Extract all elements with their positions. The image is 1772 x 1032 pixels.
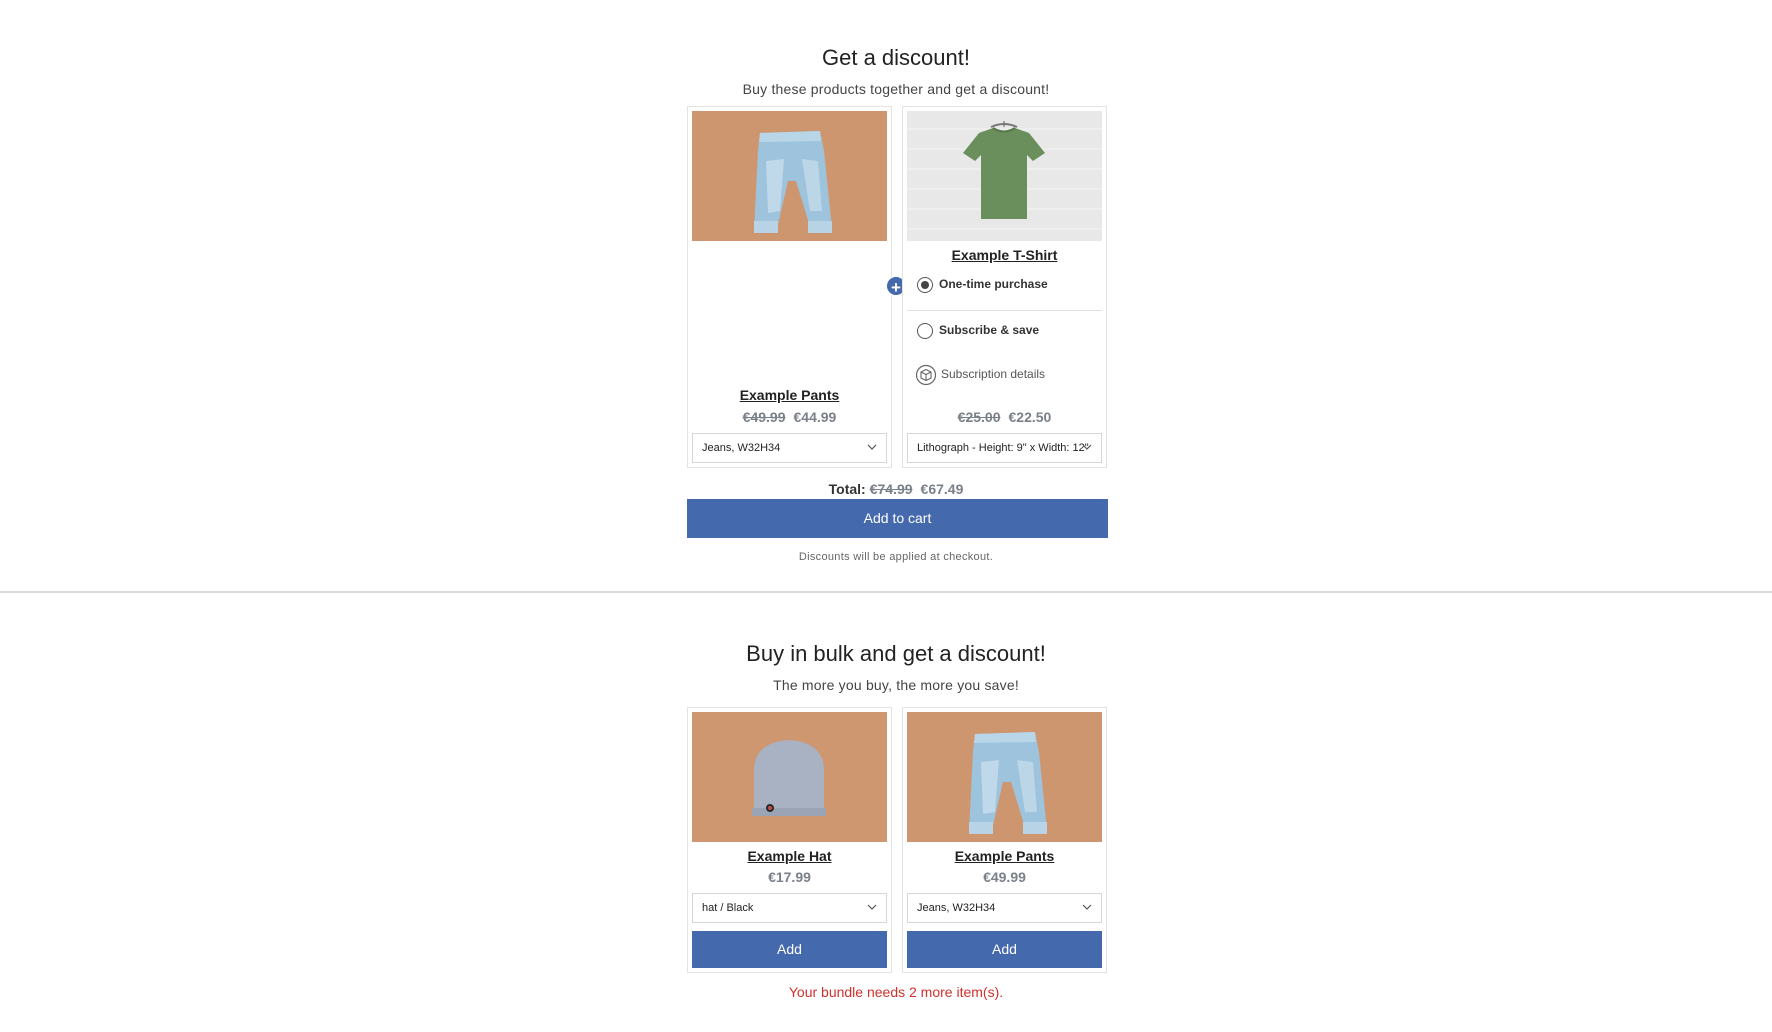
discount-section-subtitle: Buy these products together and get a di… <box>742 81 1050 97</box>
variant-selected-value: hat / Black <box>702 902 754 914</box>
one-time-purchase-label: One-time purchase <box>939 277 1048 291</box>
subscribe-save-label: Subscribe & save <box>939 323 1040 337</box>
variant-select[interactable]: Lithograph - Height: 9" x Width: 12" <box>907 433 1102 463</box>
chevron-down-icon <box>867 444 877 450</box>
product-price: €25.00 €22.50 <box>903 409 1106 425</box>
bundle-warning: Your bundle needs 2 more item(s). <box>788 984 1004 1000</box>
product-name[interactable]: Example T-Shirt <box>903 247 1106 263</box>
price-original: €49.99 <box>742 409 786 425</box>
section-divider <box>0 591 1772 593</box>
subscription-details-link[interactable]: Subscription details <box>915 363 1045 385</box>
price-discounted: €22.50 <box>1008 409 1052 425</box>
product-card-pants-bulk: Example Pants €49.99 Jeans, W32H34 Add <box>902 707 1107 973</box>
price-discounted: €44.99 <box>793 409 837 425</box>
variant-select[interactable]: Jeans, W32H34 <box>907 893 1102 923</box>
checkout-note: Discounts will be applied at checkout. <box>798 551 994 563</box>
subscription-details-label: Subscription details <box>941 367 1046 381</box>
total-label: Total: <box>828 481 866 497</box>
page: Get a discount! Buy these products toget… <box>0 0 1772 1032</box>
add-to-cart-button[interactable]: Add to cart <box>687 499 1108 538</box>
option-divider <box>907 310 1102 311</box>
product-price: €49.99 €44.99 <box>688 409 891 425</box>
chevron-down-icon <box>1082 904 1092 910</box>
chevron-down-icon <box>867 904 877 910</box>
product-name[interactable]: Example Pants <box>903 848 1106 864</box>
product-name[interactable]: Example Hat <box>688 848 891 864</box>
product-price: €49.99 <box>983 869 1026 885</box>
tshirt-image[interactable] <box>907 111 1102 241</box>
total-original: €74.99 <box>869 481 913 497</box>
jeans-image[interactable] <box>907 712 1102 842</box>
variant-select[interactable]: hat / Black <box>692 893 887 923</box>
beanie-image[interactable] <box>692 712 887 842</box>
bulk-section-subtitle: The more you buy, the more you save! <box>773 677 1019 693</box>
product-card-pants: Example Pants €49.99 €44.99 Jeans, W32H34 <box>687 106 892 468</box>
radio-button-selected[interactable] <box>917 276 933 293</box>
discount-section-title: Get a discount! <box>822 45 970 70</box>
add-pants-button[interactable]: Add <box>907 931 1102 968</box>
variant-selected-value: Jeans, W32H34 <box>702 442 781 454</box>
one-time-purchase-option[interactable]: One-time purchase <box>917 275 1048 295</box>
chevron-down-icon <box>1082 444 1092 450</box>
variant-select[interactable]: Jeans, W32H34 <box>692 433 887 463</box>
product-card-hat: Example Hat €17.99 hat / Black Add <box>687 707 892 973</box>
bundle-total: Total: €74.99 €67.49 <box>0 481 1772 497</box>
bulk-section-title: Buy in bulk and get a discount! <box>746 641 1046 666</box>
total-discounted: €67.49 <box>920 481 964 497</box>
product-card-tshirt: Example T-Shirt One-time purchase Subscr… <box>902 106 1107 468</box>
variant-selected-value: Lithograph - Height: 9" x Width: 12" <box>917 442 1089 454</box>
subscription-box-icon <box>915 364 937 385</box>
product-price: €17.99 <box>768 869 811 885</box>
add-hat-button[interactable]: Add <box>692 931 887 968</box>
radio-button[interactable] <box>917 322 933 339</box>
jeans-image[interactable] <box>692 111 887 241</box>
price-original: €25.00 <box>957 409 1001 425</box>
variant-selected-value: Jeans, W32H34 <box>917 902 996 914</box>
subscribe-save-option[interactable]: Subscribe & save <box>917 321 1039 341</box>
product-name[interactable]: Example Pants <box>688 387 891 403</box>
